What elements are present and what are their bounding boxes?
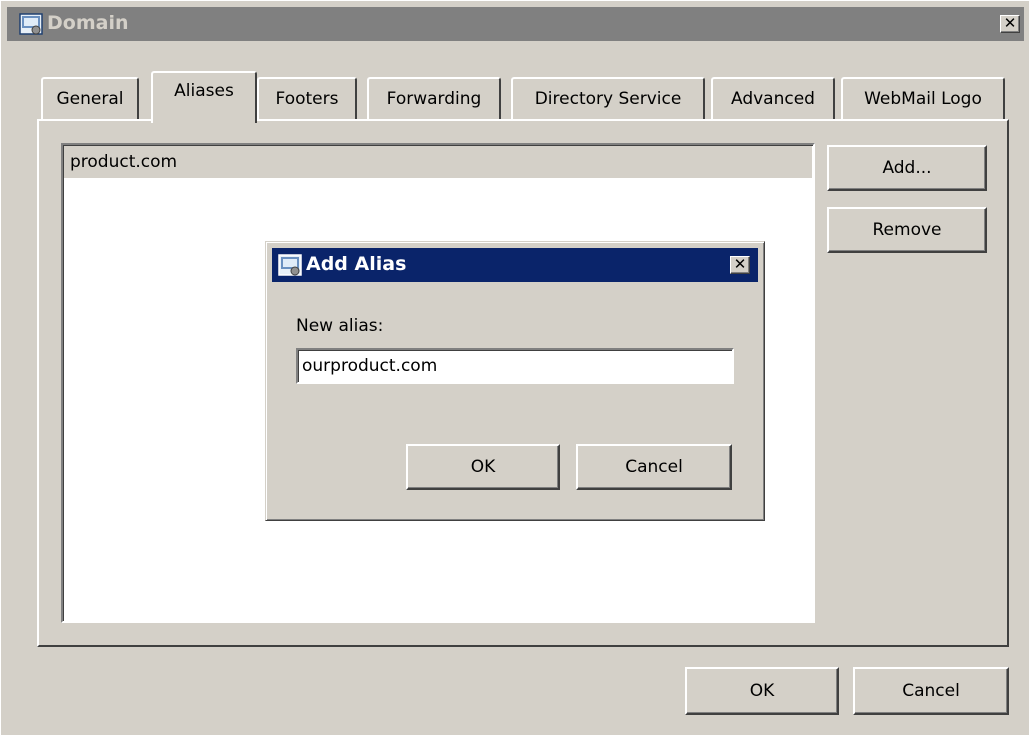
tab-aliases[interactable]: Aliases: [151, 71, 257, 123]
tab-directory-service[interactable]: Directory Service: [511, 77, 705, 119]
tab-webmail-logo[interactable]: WebMail Logo: [841, 77, 1005, 119]
tab-label: Advanced: [731, 89, 815, 109]
window-title: Domain: [47, 12, 129, 34]
button-label: Remove: [872, 220, 942, 240]
tab-footers[interactable]: Footers: [257, 77, 357, 119]
button-label: Cancel: [902, 681, 960, 701]
alias-name: product.com: [70, 152, 178, 172]
tab-label: General: [56, 89, 124, 109]
tab-advanced[interactable]: Advanced: [711, 77, 835, 119]
tab-label: WebMail Logo: [864, 89, 982, 109]
close-icon: ✕: [1003, 14, 1017, 32]
add-alias-dialog: Add Alias ✕ New alias: OK Cancel: [265, 241, 765, 521]
window-close-button[interactable]: ✕: [1000, 15, 1020, 33]
close-icon: ✕: [733, 255, 747, 273]
domain-app-icon: [19, 13, 43, 40]
remove-alias-button[interactable]: Remove: [827, 207, 987, 253]
tab-label: Forwarding: [386, 89, 482, 109]
list-item[interactable]: product.com: [64, 146, 812, 178]
tab-general[interactable]: General: [41, 77, 139, 119]
dialog-title: Add Alias: [306, 253, 407, 275]
new-alias-label: New alias:: [296, 316, 384, 336]
tab-label: Directory Service: [534, 89, 682, 109]
tab-label: Footers: [275, 89, 339, 109]
domain-window: Domain ✕ General Aliases Footers Forward…: [0, 0, 1029, 735]
button-label: OK: [749, 681, 775, 701]
add-alias-button[interactable]: Add...: [827, 145, 987, 191]
dialog-ok-button[interactable]: OK: [406, 444, 560, 490]
button-label: OK: [470, 457, 496, 477]
window-titlebar[interactable]: Domain ✕: [7, 7, 1024, 41]
tab-forwarding[interactable]: Forwarding: [367, 77, 501, 119]
button-label: Cancel: [625, 457, 683, 477]
button-label: Add...: [882, 158, 932, 178]
dialog-titlebar[interactable]: Add Alias ✕: [272, 248, 758, 282]
ok-button[interactable]: OK: [685, 667, 839, 715]
tab-label: Aliases: [174, 81, 234, 101]
dialog-app-icon: [278, 254, 302, 281]
new-alias-input[interactable]: [296, 348, 734, 384]
dialog-cancel-button[interactable]: Cancel: [576, 444, 732, 490]
dialog-close-button[interactable]: ✕: [730, 256, 750, 274]
cancel-button[interactable]: Cancel: [853, 667, 1009, 715]
